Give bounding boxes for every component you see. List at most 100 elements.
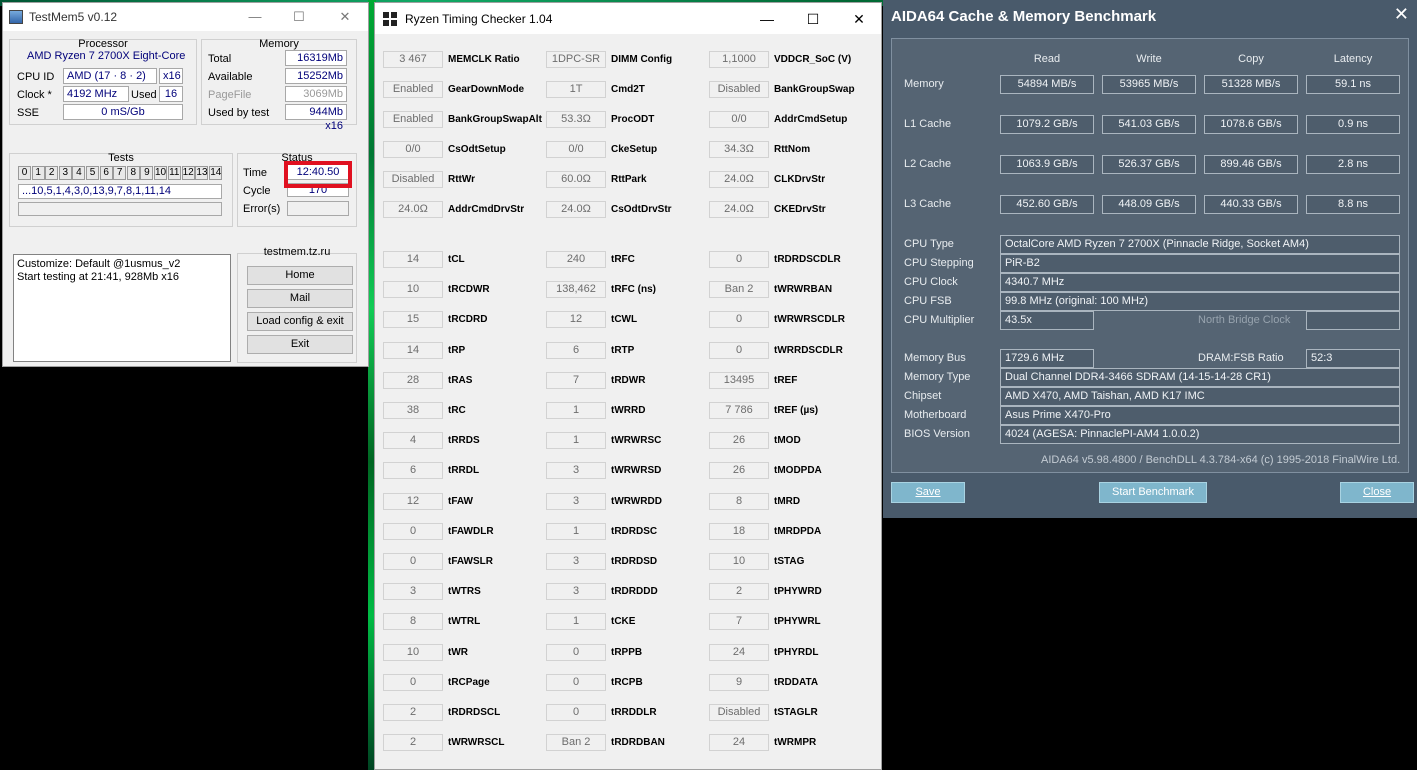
aida-titlebar[interactable]: AIDA64 Cache & Memory Benchmark ✕: [883, 0, 1417, 32]
maximize-icon[interactable]: ☐: [279, 7, 319, 27]
maximize-icon[interactable]: ☐: [793, 9, 833, 29]
timing-entry: 24.0Ω CLKDrvStr: [709, 171, 825, 188]
column-header: Write: [1136, 53, 1162, 65]
timing-value-field: 0: [709, 251, 769, 268]
timing-value-field: 18: [709, 522, 769, 540]
timing-value-field: 8: [709, 492, 769, 510]
close-icon[interactable]: ✕: [325, 7, 365, 27]
north-bridge-clock-label: North Bridge Clock: [1198, 314, 1291, 326]
benchmark-panel: Read Write Copy Latency Memory 54894 MB/s 5396…: [891, 38, 1409, 473]
testmem5-titlebar[interactable]: TestMem5 v0.12 — ☐ ✕: [3, 3, 368, 31]
bench-row-label: L1 Cache: [904, 118, 952, 130]
timing-entry: Ban 2 tRDRDBAN: [546, 734, 665, 752]
total-value: 16319Mb: [285, 50, 347, 66]
minimize-icon[interactable]: —: [747, 9, 787, 29]
test-number-cell: 7: [113, 166, 127, 180]
timing-value-field: 6: [383, 462, 443, 480]
timing-name-label: CsOdtDrvStr: [611, 204, 672, 215]
timing-name-label: tRDDATA: [774, 676, 819, 688]
timing-value-field: 138,462: [546, 281, 606, 299]
timing-name-label: AddrCmdSetup: [774, 114, 848, 125]
memory-bus-value: 1729.6 MHz: [1000, 349, 1094, 368]
clock-value: 4192 MHz: [63, 86, 129, 102]
errors-value: [287, 201, 349, 216]
timing-name-label: tRAS: [448, 374, 473, 386]
aida64-window: AIDA64 Cache & Memory Benchmark ✕ Read Wr…: [883, 0, 1417, 518]
timing-entry: 0 tRRDDLR: [546, 704, 657, 721]
timing-name-label: CLKDrvStr: [774, 174, 826, 185]
rtc-titlebar[interactable]: Ryzen Timing Checker 1.04 — ☐ ✕: [375, 3, 881, 34]
timing-name-label: DIMM Config: [611, 54, 673, 65]
bios-version-value: 4024 (AGESA: PinnaclePI-AM4 1.0.0.2): [1000, 425, 1400, 444]
log-textarea[interactable]: Customize: Default @1usmus_v2 Start test…: [13, 254, 231, 362]
timing-entry: 6 tRRDL: [383, 462, 480, 480]
timing-value-field: 38: [383, 402, 443, 419]
save-button[interactable]: Save: [891, 482, 965, 503]
close-icon[interactable]: ✕: [839, 9, 879, 29]
timing-value-field: 24.0Ω: [546, 201, 606, 218]
timing-value-field: 3: [546, 583, 606, 601]
home-button[interactable]: Home: [247, 266, 353, 285]
mail-button[interactable]: Mail: [247, 289, 353, 308]
bench-value-field: 2.8 ns: [1306, 155, 1400, 174]
load-config-exit-button[interactable]: Load config & exit: [247, 312, 353, 331]
timing-entry: 8 tMRD: [709, 492, 800, 510]
bench-value-field: 1078.6 GB/s: [1204, 115, 1298, 134]
exit-button[interactable]: Exit: [247, 335, 353, 354]
timing-name-label: RttWr: [448, 174, 476, 185]
timing-value-field: 3: [383, 583, 443, 601]
timing-name-label: tWRMPR: [774, 737, 817, 749]
sse-value: 0 mS/Gb: [63, 104, 183, 120]
test-sequence: ...10,5,1,4,3,0,13,9,7,8,1,11,14: [18, 184, 222, 199]
close-button[interactable]: Close: [1340, 482, 1414, 503]
tests-group-title: Tests: [108, 152, 134, 164]
bench-row-label: L3 Cache: [904, 198, 952, 210]
timing-name-label: tRDRDSD: [611, 556, 658, 567]
testmem-app-icon: [9, 10, 23, 24]
timing-value-field: 24.0Ω: [709, 201, 769, 218]
timing-name-label: tFAWDLR: [448, 525, 494, 537]
pagefile-value: 3069Mb: [285, 86, 347, 102]
timing-entry: Enabled BankGroupSwapAlt: [383, 111, 542, 128]
timing-name-label: tRRDL: [448, 465, 480, 477]
cpu-stepping-label: CPU Stepping: [904, 257, 974, 269]
bench-value-field: 526.37 GB/s: [1102, 155, 1196, 174]
timing-value-field: 0: [546, 673, 606, 691]
timing-name-label: CsOdtSetup: [448, 144, 506, 155]
timing-value-field: 1DPC-SR: [546, 51, 606, 68]
aida-footer: AIDA64 v5.98.4800 / BenchDLL 4.3.784-x64…: [1041, 454, 1401, 466]
timing-entry: 10 tWR: [383, 643, 468, 661]
column-header: Copy: [1238, 53, 1264, 65]
minimize-icon[interactable]: —: [235, 7, 275, 27]
timing-entry: 0/0 AddrCmdSetup: [709, 111, 847, 128]
timing-value-field: 7: [709, 613, 769, 631]
cpuid-label: CPU ID: [17, 71, 55, 83]
test-number-cell: 0: [18, 166, 31, 180]
timing-name-label: tWRWRSC: [611, 435, 662, 447]
memory-type-value: Dual Channel DDR4-3466 SDRAM (14-15-14-2…: [1000, 368, 1400, 387]
test-number-cell: 3: [58, 166, 72, 180]
bench-value-field: 1063.9 GB/s: [1000, 155, 1094, 174]
close-icon[interactable]: ✕: [1394, 4, 1409, 25]
timing-value-field: 24.0Ω: [383, 201, 443, 218]
timing-value-field: Enabled: [383, 81, 443, 98]
timing-value-field: 6: [546, 341, 606, 359]
timing-value-field: 9: [709, 673, 769, 691]
timing-name-label: RttPark: [611, 174, 647, 185]
timing-entry: 240 tRFC: [546, 251, 635, 268]
test-number-cell: 13: [195, 166, 209, 180]
bench-value-field: 440.33 GB/s: [1204, 195, 1298, 214]
timing-value-field: 0/0: [546, 141, 606, 158]
test-number-cell: 6: [99, 166, 113, 180]
close-button-label: Close: [1362, 486, 1392, 498]
timing-entry: 24 tWRMPR: [709, 734, 817, 752]
timing-entry: 34.3Ω RttNom: [709, 141, 810, 158]
cpu-stepping-value: PiR-B2: [1000, 254, 1400, 273]
timing-name-label: tCKE: [611, 616, 636, 628]
timing-name-label: tSTAG: [774, 556, 805, 567]
timing-value-field: 0: [383, 522, 443, 540]
test-number-cell: 12: [181, 166, 195, 180]
timing-entry: 12 tFAW: [383, 492, 473, 510]
timing-entry: 14 tRP: [383, 341, 465, 359]
start-benchmark-button[interactable]: Start Benchmark: [1099, 482, 1207, 503]
